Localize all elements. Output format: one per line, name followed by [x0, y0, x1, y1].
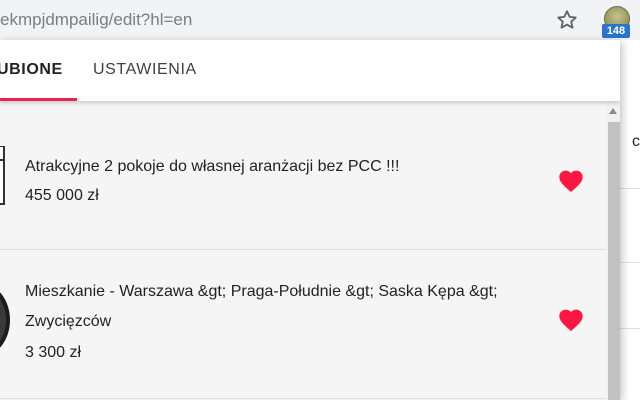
- extension-button[interactable]: 148: [600, 4, 632, 38]
- tab-favorites[interactable]: UBIONE: [0, 61, 63, 79]
- scroll-up-arrow-icon[interactable]: [609, 108, 617, 114]
- bookmark-star-icon[interactable]: [556, 9, 578, 31]
- address-bar[interactable]: ekmpjdmpailig/edit?hl=en: [0, 7, 595, 33]
- divider: [0, 398, 606, 399]
- scrollbar-thumb[interactable]: [608, 122, 620, 400]
- active-tab-indicator: [0, 98, 77, 101]
- divider: [620, 188, 640, 189]
- favorites-list: Atrakcyjne 2 pokoje do własnej aranżacji…: [0, 101, 606, 400]
- listing-title: Atrakcyjne 2 pokoje do własnej aranżacji…: [25, 158, 400, 175]
- divider: [620, 328, 640, 329]
- extension-badge: 148: [602, 24, 630, 38]
- page-text-fragment: c: [632, 133, 640, 150]
- listing-price: 455 000 zł: [25, 187, 99, 204]
- divider: [620, 262, 640, 263]
- heart-icon[interactable]: [557, 306, 585, 332]
- page-background: [620, 40, 640, 400]
- browser-toolbar: ekmpjdmpailig/edit?hl=en 148: [0, 0, 640, 40]
- tab-settings[interactable]: USTAWIENIA: [93, 61, 197, 79]
- list-item[interactable]: Atrakcyjne 2 pokoje do własnej aranżacji…: [0, 101, 606, 249]
- thumbnail-image: [0, 146, 5, 205]
- thumbnail-image: [0, 292, 10, 348]
- listing-title: Mieszkanie - Warszawa &gt; Praga-Południ…: [25, 283, 498, 330]
- heart-icon[interactable]: [557, 167, 585, 193]
- tab-bar: UBIONE USTAWIENIA: [0, 40, 620, 101]
- list-item[interactable]: Mieszkanie - Warszawa &gt; Praga-Południ…: [0, 250, 606, 400]
- extension-popup: UBIONE USTAWIENIA Atrakcyjne 2 pokoje do…: [0, 40, 620, 400]
- listing-price: 3 300 zł: [25, 344, 82, 361]
